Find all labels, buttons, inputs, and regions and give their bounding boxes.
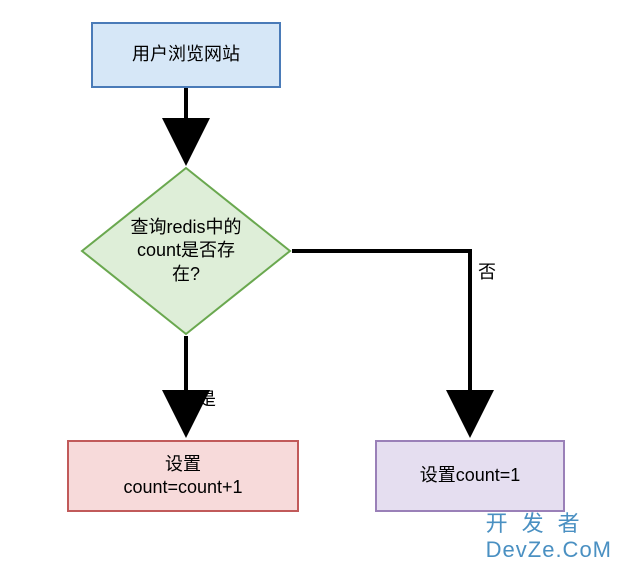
watermark-line2: DevZe.CoM: [486, 537, 612, 562]
flow-node-decision-label: 查询redis中的 count是否存 在?: [130, 216, 241, 286]
flow-node-start-label: 用户浏览网站: [132, 43, 240, 66]
watermark-line1: 开发者: [486, 511, 612, 536]
edge-label-no: 否: [478, 258, 496, 284]
flow-node-decision: 查询redis中的 count是否存 在?: [80, 166, 292, 336]
flow-node-start: 用户浏览网站: [91, 22, 281, 88]
flow-node-result-yes: 设置 count=count+1: [67, 440, 299, 512]
flow-node-result-no-label: 设置count=1: [420, 464, 521, 487]
watermark: 开发者 DevZe.CoM: [486, 511, 612, 562]
flow-node-result-yes-label: 设置 count=count+1: [123, 453, 242, 500]
flow-node-result-no: 设置count=1: [375, 440, 565, 512]
edge-label-yes: 是: [198, 385, 216, 411]
